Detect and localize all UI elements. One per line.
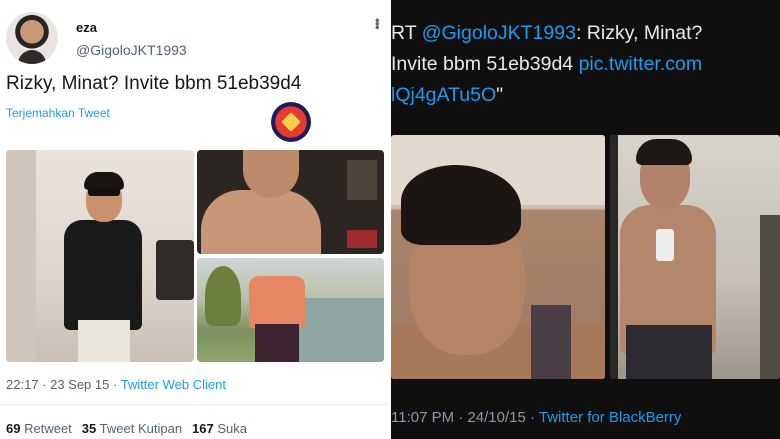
emblem-icon — [271, 102, 311, 142]
pic-link-continued[interactable]: lQj4gATu5O — [391, 84, 496, 106]
timestamp-text: 22:17 · 23 Sep 15 · — [6, 377, 121, 392]
avatar[interactable] — [6, 12, 58, 64]
client-link[interactable]: Twitter Web Client — [121, 377, 226, 392]
divider — [0, 404, 388, 405]
tweet-photo-1[interactable] — [6, 150, 194, 362]
retweet-label: Retweet — [24, 421, 72, 436]
tweet-text: Rizky, Minat? Invite bbm 51eb39d4 — [6, 73, 302, 94]
line1-text: : Rizky, Minat? — [575, 22, 703, 44]
ellipsis-icon[interactable]: ••• — [370, 18, 385, 29]
tweet-photo-4[interactable] — [391, 135, 605, 379]
user-handle[interactable]: @GigoloJKT1993 — [76, 42, 187, 58]
mention-link[interactable]: @GigoloJKT1993 — [422, 22, 576, 44]
retweet-count: 69 — [6, 421, 21, 436]
tweet-timestamp-dark: 11:07 PM · 24/10/15 · Twitter for BlackB… — [391, 409, 681, 426]
line3-text: " — [496, 84, 504, 106]
tweet-text-line-2: Invite bbm 51eb39d4 pic.twitter.com — [391, 53, 702, 76]
quote-count: 35 — [81, 421, 97, 436]
like-label: Suka — [217, 421, 248, 436]
pic-link[interactable]: pic.twitter.com — [579, 53, 703, 75]
quote-stat[interactable]: 35 Tweet Kutipan — [82, 421, 182, 436]
tweet-timestamp: 22:17 · 23 Sep 15 · Twitter Web Client — [6, 377, 226, 392]
like-stat[interactable]: 167 Suka — [192, 421, 247, 436]
like-count: 167 — [192, 421, 214, 436]
translate-tweet-link[interactable]: Terjemahkan Tweet — [6, 106, 110, 120]
client-link[interactable]: Twitter for BlackBerry — [539, 409, 682, 426]
left-tweet-panel: eza @GigoloJKT1993 ••• Rizky, Minat? Inv… — [0, 0, 388, 439]
tweet-photo-5[interactable] — [610, 135, 780, 379]
line2-text: Invite bbm 51eb39d4 — [391, 53, 579, 75]
tweet-text-line-3: lQj4gATu5O" — [391, 84, 503, 107]
user-display-name[interactable]: eza — [76, 20, 97, 35]
tweet-photo-3[interactable] — [197, 258, 384, 362]
timestamp-text: 11:07 PM · 24/10/15 · — [391, 409, 539, 426]
tweet-photo-2[interactable] — [197, 150, 384, 254]
rt-prefix: RT — [391, 22, 422, 44]
quote-label: Tweet Kutipan — [99, 421, 183, 436]
tweet-text-line-1: RT @GigoloJKT1993: Rizky, Minat? — [391, 22, 702, 45]
right-tweet-panel: RT @GigoloJKT1993: Rizky, Minat? Invite … — [391, 0, 780, 439]
retweet-stat[interactable]: 69 Retweet — [6, 421, 72, 436]
tweet-stats: 69 Retweet 35 Tweet Kutipan 167 Suka — [6, 421, 247, 436]
